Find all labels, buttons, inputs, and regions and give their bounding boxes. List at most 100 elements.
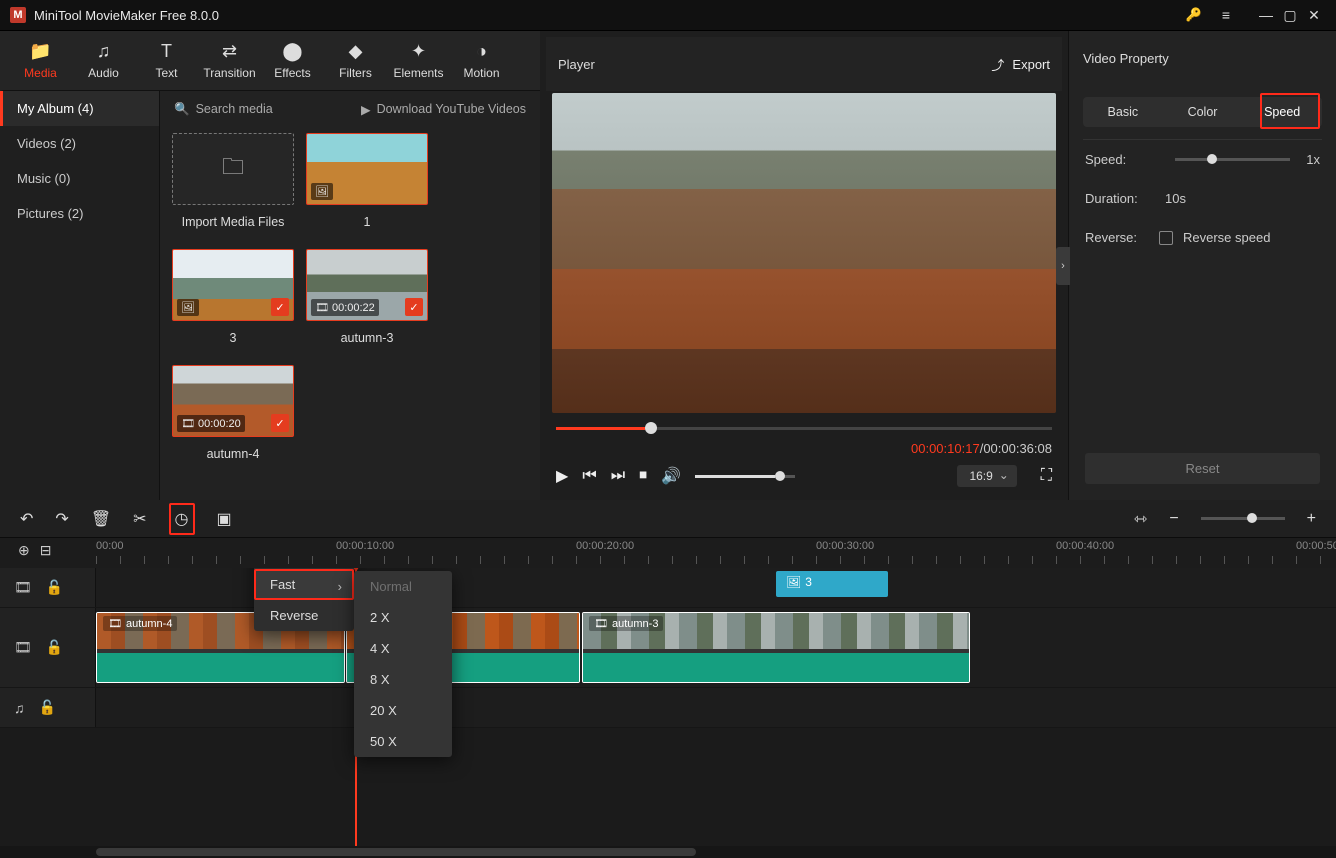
track-video: 🎞🔓 🎞autumn-4 🎞autumn-3 bbox=[0, 608, 1336, 688]
split-button[interactable]: ✂ bbox=[133, 509, 146, 529]
sidebar-item-my-album[interactable]: My Album (4) bbox=[0, 91, 159, 126]
close-button[interactable]: ✕ bbox=[1302, 7, 1326, 24]
sidebar-item-videos[interactable]: Videos (2) bbox=[0, 126, 159, 161]
speed-8x[interactable]: 8 X bbox=[354, 664, 452, 695]
tab-audio[interactable]: ♫ Audio bbox=[72, 41, 135, 80]
download-youtube-link[interactable]: ▶ Download YouTube Videos bbox=[361, 102, 526, 117]
check-icon: ✓ bbox=[271, 298, 289, 316]
volume-icon[interactable]: 🔊 bbox=[661, 466, 681, 486]
image-icon: 🖼 bbox=[315, 185, 329, 198]
crop-button[interactable]: ▣ bbox=[217, 509, 232, 529]
reset-button[interactable]: Reset bbox=[1085, 453, 1320, 484]
tab-motion[interactable]: ◑ Motion bbox=[450, 41, 513, 80]
speed-submenu-fast: Normal 2 X 4 X 8 X 20 X 50 X bbox=[354, 571, 452, 757]
export-button[interactable]: ⤴ Export bbox=[991, 55, 1050, 74]
speed-tool-button[interactable]: ◷ bbox=[169, 503, 195, 535]
tab-basic[interactable]: Basic bbox=[1083, 97, 1163, 127]
export-icon: ⤴ bbox=[991, 55, 1004, 74]
titlebar: M MiniTool MovieMaker Free 8.0.0 🔑 ≡ — ▢… bbox=[0, 0, 1336, 30]
add-track-button[interactable]: ⊕ bbox=[18, 542, 30, 559]
image-icon: 🖼 bbox=[786, 575, 801, 589]
minimize-button[interactable]: — bbox=[1254, 7, 1278, 23]
redo-button[interactable]: ↷ bbox=[55, 509, 68, 529]
music-note-icon: ♫ bbox=[14, 700, 25, 716]
premium-key-icon[interactable]: 🔑 bbox=[1186, 7, 1202, 23]
track-overlay: 🎞🔓 🖼3 bbox=[0, 568, 1336, 608]
prev-frame-button[interactable]: ⏮ bbox=[582, 467, 596, 485]
tab-filters[interactable]: ◆ Filters bbox=[324, 41, 387, 80]
playback-progress[interactable] bbox=[556, 419, 1052, 439]
folder-open-icon: 🗀 bbox=[222, 150, 244, 188]
speed-20x[interactable]: 20 X bbox=[354, 695, 452, 726]
timeline-scrollbar[interactable] bbox=[0, 846, 1336, 858]
motion-icon: ◑ bbox=[450, 41, 513, 62]
duration-value: 10s bbox=[1165, 191, 1186, 206]
speed-menu-reverse[interactable]: Reverse bbox=[254, 600, 354, 631]
fullscreen-button[interactable]: ⛶ bbox=[1041, 467, 1052, 485]
lock-icon[interactable]: 🔓 bbox=[46, 639, 63, 656]
overlay-clip-3[interactable]: 🖼3 bbox=[776, 571, 888, 597]
playback-time: 00:00:10:17 / 00:00:36:08 bbox=[546, 441, 1062, 458]
app-title: MiniTool MovieMaker Free 8.0.0 bbox=[34, 8, 219, 23]
track-audio: ♫🔓 bbox=[0, 688, 1336, 728]
reverse-checkbox[interactable] bbox=[1159, 231, 1173, 245]
media-thumb-autumn-4[interactable]: 🎞00:00:20 ✓ autumn-4 bbox=[172, 365, 294, 461]
fit-timeline-button[interactable]: ⇿ bbox=[1134, 509, 1147, 529]
property-tabs: Basic Color Speed bbox=[1083, 97, 1322, 127]
zoom-in-button[interactable]: + bbox=[1307, 510, 1316, 528]
speed-2x[interactable]: 2 X bbox=[354, 602, 452, 633]
zoom-slider[interactable] bbox=[1201, 517, 1285, 520]
filters-icon: ◆ bbox=[324, 41, 387, 62]
delete-button[interactable]: 🗑 bbox=[91, 509, 111, 529]
effects-icon: ⬤ bbox=[261, 41, 324, 62]
film-icon: 🎞 bbox=[181, 417, 195, 430]
image-icon: 🖼 bbox=[181, 301, 195, 314]
clip-autumn-3[interactable]: 🎞autumn-3 bbox=[582, 612, 970, 683]
video-preview[interactable] bbox=[552, 93, 1056, 413]
speed-menu-fast[interactable]: Fast bbox=[254, 569, 354, 600]
player-title: Player bbox=[558, 57, 595, 72]
hamburger-menu-icon[interactable]: ≡ bbox=[1214, 7, 1238, 23]
tab-media[interactable]: 📁 Media bbox=[9, 41, 72, 80]
sidebar-item-pictures[interactable]: Pictures (2) bbox=[0, 196, 159, 231]
media-thumb-3[interactable]: 🖼 ✓ 3 bbox=[172, 249, 294, 345]
lock-icon[interactable]: 🔓 bbox=[39, 699, 56, 716]
search-media[interactable]: 🔍 Search media bbox=[174, 102, 361, 117]
tab-transition[interactable]: ⇄ Transition bbox=[198, 41, 261, 80]
speed-menu: Slow Fast Reverse bbox=[254, 568, 354, 631]
expand-panel-handle[interactable]: › bbox=[1056, 247, 1070, 285]
next-frame-button[interactable]: ⏭ bbox=[611, 467, 625, 485]
film-icon: 🎞 bbox=[14, 639, 32, 656]
lock-icon[interactable]: 🔓 bbox=[46, 579, 63, 596]
volume-slider[interactable] bbox=[695, 475, 795, 478]
media-thumb-1[interactable]: 🖼 1 bbox=[306, 133, 428, 229]
remove-track-button[interactable]: ⊟ bbox=[40, 542, 52, 559]
tab-effects[interactable]: ⬤ Effects bbox=[261, 41, 324, 80]
search-icon: 🔍 bbox=[174, 102, 190, 117]
speed-slider[interactable] bbox=[1175, 158, 1290, 161]
text-icon: T bbox=[135, 41, 198, 62]
speed-normal[interactable]: Normal bbox=[354, 571, 452, 602]
tab-text[interactable]: T Text bbox=[135, 41, 198, 80]
timeline-ruler[interactable]: ⊕ ⊟ 00:00 00:00:10:00 00:00:20:00 00:00:… bbox=[0, 538, 1336, 568]
zoom-out-button[interactable]: − bbox=[1169, 510, 1178, 528]
check-icon: ✓ bbox=[271, 414, 289, 432]
tab-elements[interactable]: ✦ Elements bbox=[387, 41, 450, 80]
tab-speed[interactable]: Speed bbox=[1242, 97, 1322, 127]
tab-color[interactable]: Color bbox=[1163, 97, 1243, 127]
app-logo: M bbox=[10, 7, 26, 23]
stop-button[interactable]: ⏹ bbox=[639, 467, 647, 485]
speed-4x[interactable]: 4 X bbox=[354, 633, 452, 664]
music-note-icon: ♫ bbox=[72, 41, 135, 62]
media-sidebar: My Album (4) Videos (2) Music (0) Pictur… bbox=[0, 91, 160, 500]
tool-tab-bar: 📁 Media ♫ Audio T Text ⇄ Transition ⬤ Ef… bbox=[0, 31, 540, 91]
play-button[interactable]: ▶ bbox=[556, 466, 568, 486]
aspect-ratio-select[interactable]: 16:9 bbox=[957, 465, 1016, 487]
media-thumb-autumn-3[interactable]: 🎞00:00:22 ✓ autumn-3 bbox=[306, 249, 428, 345]
undo-button[interactable]: ↶ bbox=[20, 509, 33, 529]
maximize-button[interactable]: ▢ bbox=[1278, 7, 1302, 24]
speed-50x[interactable]: 50 X bbox=[354, 726, 452, 757]
import-media-button[interactable]: 🗀 Import Media Files bbox=[172, 133, 294, 229]
sidebar-item-music[interactable]: Music (0) bbox=[0, 161, 159, 196]
speed-value: 1x bbox=[1306, 152, 1320, 167]
